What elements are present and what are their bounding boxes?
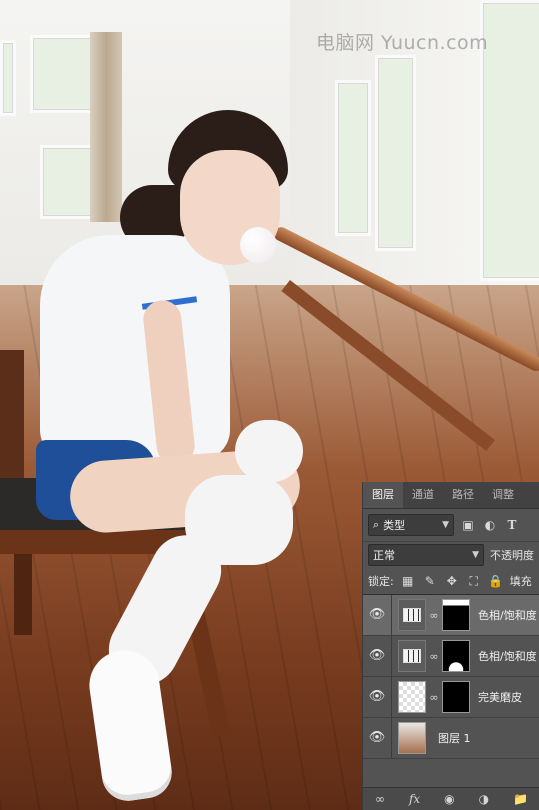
fx-icon[interactable]: fx [409, 792, 420, 806]
window [375, 55, 416, 251]
add-mask-icon[interactable]: ◉ [444, 792, 454, 806]
shirt [40, 235, 230, 460]
layer-row[interactable]: 👁 图层 1 [363, 718, 539, 759]
filter-kind-label: 类型 [383, 519, 406, 532]
adjustment-filter-icon[interactable]: ◐ [482, 518, 498, 532]
layer-name[interactable]: 图层 1 [438, 730, 471, 746]
lock-position-icon[interactable]: ✥ [444, 574, 460, 588]
filter-kind-select[interactable]: ⌕ 类型 ▼ [368, 514, 454, 536]
layer-filter-row: ⌕ 类型 ▼ ▣ ◐ T [363, 509, 539, 542]
mask-thumbnail[interactable] [442, 599, 470, 631]
opacity-label: 不透明度 [490, 549, 534, 562]
link-layers-icon[interactable]: ∞ [375, 792, 385, 806]
window [30, 35, 94, 113]
knee-sock [235, 420, 303, 482]
lock-artboard-icon[interactable]: ⛶ [466, 574, 482, 589]
panel-bottom-bar: ∞ fx ◉ ◑ 📁 [363, 787, 539, 810]
adjustment-thumbnail [398, 599, 426, 631]
window [0, 40, 16, 116]
layer-row[interactable]: 👁 ∞ 色相/饱和度 [363, 636, 539, 677]
link-icon[interactable]: ∞ [428, 650, 440, 663]
chair-leg [14, 545, 32, 635]
tab-layers[interactable]: 图层 [363, 482, 403, 508]
eye-icon[interactable]: 👁 [363, 636, 392, 676]
fill-label: 填充 [509, 575, 532, 588]
layer-row[interactable]: 👁 ∞ 色相/饱和度 [363, 595, 539, 636]
blend-mode-select[interactable]: 正常 ▼ [368, 544, 484, 566]
bubble-gum [240, 227, 276, 263]
mask-thumbnail[interactable] [442, 640, 470, 672]
window [480, 0, 539, 281]
layers-panel: 图层 通道 路径 调整 ⌕ 类型 ▼ ▣ ◐ T 正常 ▼ 不透明度 锁定: ▦… [362, 482, 539, 810]
smart-object-thumbnail [398, 681, 426, 713]
curtain [90, 32, 122, 222]
chevron-down-icon: ▼ [472, 550, 479, 560]
chevron-down-icon: ▼ [442, 520, 449, 530]
layer-name[interactable]: 色相/饱和度 [478, 648, 537, 664]
panel-tabs: 图层 通道 路径 调整 [363, 482, 539, 509]
lock-row: 锁定: ▦ ✎ ✥ ⛶ 🔒 填充 [363, 568, 539, 595]
window [335, 80, 371, 236]
lock-image-icon[interactable]: ✎ [422, 574, 438, 588]
type-filter-icon[interactable]: T [504, 518, 520, 532]
layer-row[interactable]: 👁 ∞ 完美磨皮 [363, 677, 539, 718]
blend-mode-value: 正常 [373, 549, 395, 562]
link-icon[interactable]: ∞ [428, 691, 440, 704]
tab-channels[interactable]: 通道 [403, 482, 443, 508]
eye-icon[interactable]: 👁 [363, 677, 392, 717]
layer-list: 👁 ∞ 色相/饱和度 👁 ∞ 色相/饱和度 👁 ∞ 完美磨皮 👁 图层 1 [363, 595, 539, 759]
lock-all-icon[interactable]: 🔒 [488, 574, 504, 588]
new-group-icon[interactable]: 📁 [513, 792, 528, 806]
tab-paths[interactable]: 路径 [443, 482, 483, 508]
tab-adjustments[interactable]: 调整 [483, 482, 523, 508]
link-icon[interactable]: ∞ [428, 609, 440, 622]
lock-label: 锁定: [368, 575, 394, 588]
layer-name[interactable]: 完美磨皮 [478, 689, 522, 705]
layer-name[interactable]: 色相/饱和度 [478, 607, 537, 623]
watermark: 电脑网 Yuucn.com [316, 32, 489, 54]
mask-thumbnail[interactable] [442, 681, 470, 713]
image-filter-icon[interactable]: ▣ [460, 518, 476, 532]
adjustment-thumbnail [398, 640, 426, 672]
eye-icon[interactable]: 👁 [363, 718, 392, 758]
search-icon: ⌕ [373, 518, 380, 531]
new-adjustment-icon[interactable]: ◑ [479, 792, 489, 806]
blend-row: 正常 ▼ 不透明度 [363, 542, 539, 568]
eye-icon[interactable]: 👁 [363, 595, 392, 635]
pixel-layer-thumbnail [398, 722, 426, 754]
lock-transparent-icon[interactable]: ▦ [400, 574, 416, 588]
